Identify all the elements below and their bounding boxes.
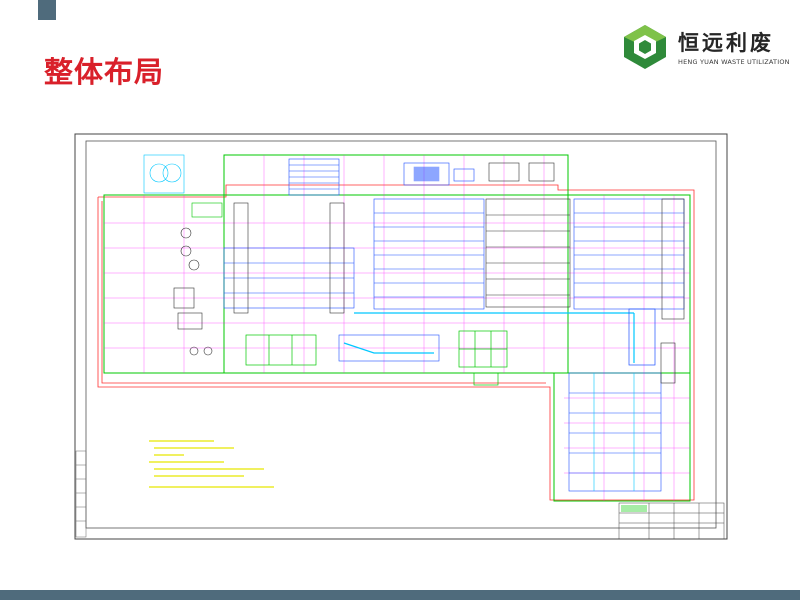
corner-accent-block [38, 0, 56, 20]
logo-company-name: 恒远利废 [678, 31, 774, 55]
company-logo: 恒远利废 HENG YUAN WASTE UTILIZATION [622, 24, 790, 76]
logo-company-subtitle: HENG YUAN WASTE UTILIZATION [678, 58, 790, 66]
factory-layout-drawing [74, 133, 728, 540]
slide-title: 整体布局 [44, 55, 165, 89]
logo-mark-icon [624, 25, 666, 69]
bottom-accent-bar [0, 590, 800, 600]
